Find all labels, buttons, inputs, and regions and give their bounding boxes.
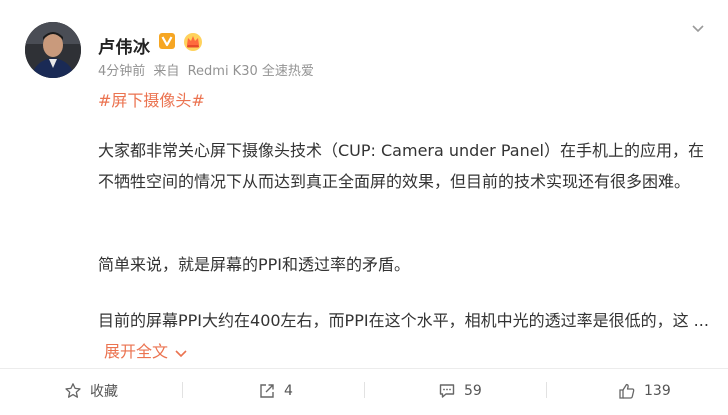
favorite-button[interactable]: 收藏 (64, 372, 118, 410)
avatar[interactable] (25, 22, 81, 78)
divider (0, 368, 728, 369)
source-prefix: 来自 (153, 64, 180, 79)
chevron-down-icon[interactable] (174, 346, 188, 360)
action-separator (364, 382, 365, 398)
star-icon (65, 383, 81, 398)
comment-button[interactable]: 59 (438, 372, 482, 410)
expand-full-text-link[interactable]: 展开全文 (104, 342, 188, 361)
post-paragraph: 简单来说，就是屏幕的PPI和透过率的矛盾。 (98, 255, 411, 274)
author-name[interactable]: 卢伟冰 (98, 33, 151, 58)
action-separator (546, 382, 547, 398)
post-source[interactable]: Redmi K30 全速热爱 (188, 64, 314, 79)
expand-label[interactable]: 展开全文 (104, 342, 168, 361)
post-meta: 4分钟前 来自 Redmi K30 全速热爱 (98, 60, 318, 79)
comment-icon (439, 384, 455, 398)
post-time: 4分钟前 (98, 64, 146, 79)
post-paragraph-last: 目前的屏幕PPI大约在400左右，而PPI在这个水平，相机中光的透过率是很低的，… (98, 305, 718, 367)
crown-icon (184, 33, 202, 51)
action-separator (182, 382, 183, 398)
repost-count: 4 (284, 383, 293, 399)
share-icon (260, 384, 274, 398)
like-button[interactable]: 139 (618, 372, 671, 410)
like-count: 139 (644, 383, 671, 399)
comment-count: 59 (464, 383, 482, 399)
verified-badge-icon (159, 33, 175, 49)
close-icon[interactable] (690, 20, 706, 36)
hashtag-link[interactable]: #屏下摄像头# (98, 87, 205, 111)
repost-button[interactable]: 4 (258, 372, 293, 410)
post-paragraph-text: 目前的屏幕PPI大约在400左右，而PPI在这个水平，相机中光的透过率是很低的，… (98, 311, 709, 330)
favorite-label: 收藏 (90, 384, 118, 400)
thumbs-up-icon (619, 383, 635, 399)
post-paragraph: 大家都非常关心屏下摄像头技术（CUP: Camera under Panel）在… (98, 141, 704, 191)
